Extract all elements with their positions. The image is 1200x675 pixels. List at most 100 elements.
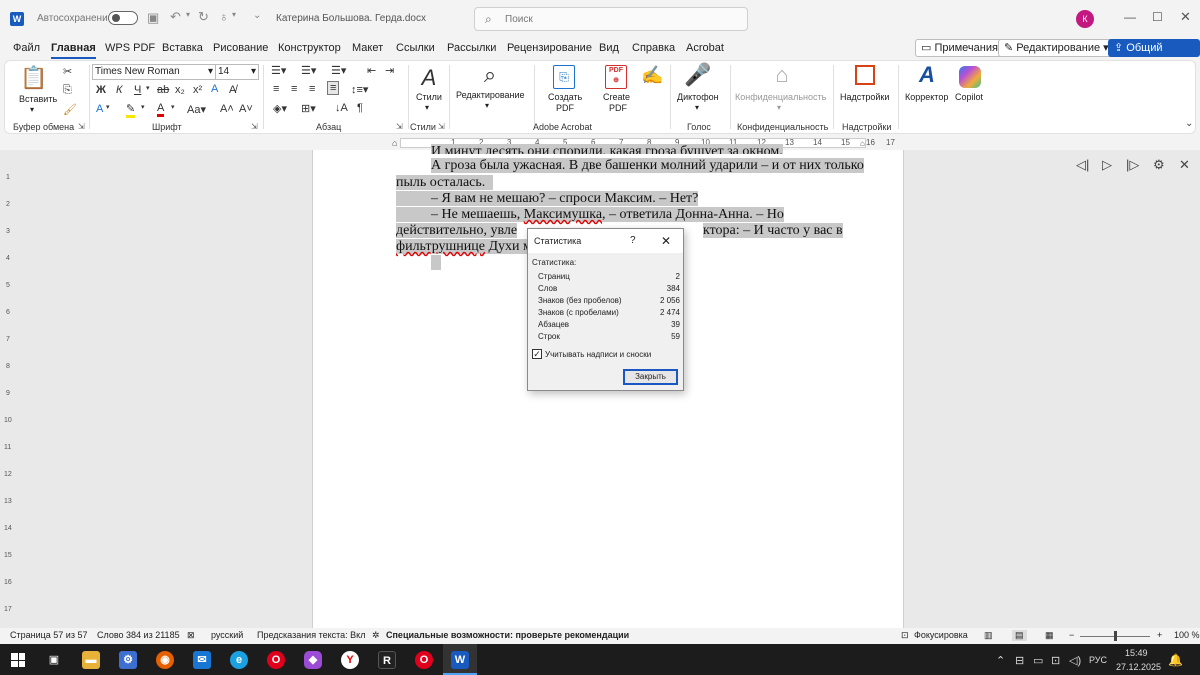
save-icon[interactable]: ▣	[147, 10, 159, 26]
app-icon[interactable]: R	[378, 651, 396, 669]
tab-draw[interactable]: Рисование	[213, 42, 268, 54]
maximize-button[interactable]: ☐	[1152, 10, 1163, 24]
align-center-icon[interactable]: ≡	[291, 83, 297, 95]
include-textboxes-checkbox[interactable]: ✓	[532, 349, 542, 359]
multilevel-list-icon[interactable]: ☰▾	[331, 64, 346, 77]
next-icon[interactable]: |▷	[1126, 157, 1139, 173]
styles-icon[interactable]: A	[415, 66, 443, 90]
sort-icon[interactable]: ↓A	[335, 102, 348, 114]
text-predictions[interactable]: Предсказания текста: Вкл	[257, 630, 365, 640]
word-count[interactable]: Слово 384 из 21185	[97, 630, 180, 640]
tab-view[interactable]: Вид	[599, 42, 619, 54]
tab-help[interactable]: Справка	[632, 42, 675, 54]
underline-button[interactable]: Ч	[134, 84, 141, 96]
mail-icon[interactable]: ✉	[193, 651, 211, 669]
line-spacing-icon[interactable]: ↕≡▾	[351, 83, 368, 96]
right-indent-icon[interactable]: ⌂	[860, 139, 865, 148]
clock-date[interactable]: 27.12.2025	[1116, 662, 1161, 672]
opera-icon[interactable]: O	[415, 651, 433, 669]
close-window-button[interactable]: ✕	[1180, 9, 1191, 25]
bullets-icon[interactable]: ☰▾	[271, 64, 286, 77]
create-pdf-label-1[interactable]: Создать	[548, 92, 582, 102]
create-pdf-icon[interactable]: ⎘	[553, 65, 575, 89]
network-icon[interactable]: ⊡	[1051, 654, 1060, 667]
usb-icon[interactable]: ⊟	[1015, 654, 1024, 667]
tab-references[interactable]: Ссылки	[396, 42, 435, 54]
dialog-title-bar[interactable]: Статистика ? ✕	[528, 229, 683, 253]
show-marks-icon[interactable]: ¶	[357, 102, 363, 114]
dictation-label[interactable]: Диктофон	[677, 92, 719, 102]
styles-label[interactable]: Стили	[416, 92, 442, 102]
volume-icon[interactable]: ◁)	[1069, 654, 1081, 667]
close-dialog-button[interactable]: Закрыть	[623, 369, 678, 385]
chevron-up-icon[interactable]: ⌃	[996, 654, 1005, 667]
cut-icon[interactable]: ✂	[63, 65, 72, 78]
minimize-button[interactable]: —	[1124, 10, 1136, 24]
page-count[interactable]: Страница 57 из 57	[10, 630, 87, 640]
close-icon[interactable]: ✕	[1179, 157, 1190, 173]
tab-review[interactable]: Рецензирование	[507, 42, 592, 54]
include-textboxes-label[interactable]: Учитывать надписи и сноски	[545, 350, 651, 359]
chevron-down-icon[interactable]: ▾	[146, 84, 150, 92]
copilot-label[interactable]: Copilot	[955, 92, 983, 102]
chevron-down-icon[interactable]: ▾	[141, 103, 145, 111]
avatar[interactable]: К	[1076, 10, 1094, 28]
launcher-icon[interactable]: ⇲	[396, 122, 403, 131]
tab-file[interactable]: Файл	[13, 42, 40, 54]
undo-icon[interactable]: ↶	[170, 9, 181, 25]
language[interactable]: русский	[211, 630, 243, 640]
read-mode-icon[interactable]: ▥	[984, 630, 993, 641]
launcher-icon[interactable]: ⇲	[251, 122, 258, 131]
document-line[interactable]: действительно, увле	[396, 223, 518, 239]
paste-label[interactable]: Вставить	[19, 94, 57, 104]
font-name-combo[interactable]: Times New Roman ▾	[92, 64, 216, 80]
tab-home[interactable]: Главная	[51, 42, 96, 59]
justify-icon[interactable]: ≡	[327, 81, 340, 95]
launcher-icon[interactable]: ⇲	[78, 122, 85, 131]
chevron-down-icon[interactable]: ▾	[30, 105, 34, 114]
microphone-icon[interactable]: 🎤	[684, 63, 712, 87]
change-case-icon[interactable]: Aa▾	[187, 103, 206, 116]
firefox-icon[interactable]: ◉	[156, 651, 174, 669]
chevron-down-icon[interactable]: ▾	[171, 103, 175, 111]
opera-gx-icon[interactable]: O	[267, 651, 285, 669]
speaker-settings-icon[interactable]: ⚙	[1153, 157, 1165, 173]
font-color-icon[interactable]: A	[157, 102, 165, 117]
document-line[interactable]: А гроза была ужасная. В две башенки молн…	[431, 158, 864, 174]
clock-time[interactable]: 15:49	[1125, 648, 1148, 658]
shading-icon[interactable]: ◈▾	[273, 102, 287, 115]
document-line[interactable]: – Не мешаешь, Максимушка, – ответила Дон…	[396, 207, 784, 223]
previous-icon[interactable]: ◁|	[1076, 157, 1089, 173]
launcher-icon[interactable]: ⇲	[438, 122, 445, 131]
document-line[interactable]: ктора: – И часто у вас в	[703, 223, 843, 239]
chevron-down-icon[interactable]: ▾	[485, 101, 489, 110]
tab-insert[interactable]: Вставка	[162, 42, 203, 54]
create-pdf2-label-2[interactable]: PDF	[609, 103, 627, 113]
clear-formatting-icon[interactable]: A̸	[229, 84, 236, 96]
app-icon[interactable]: ◆	[304, 651, 322, 669]
document-line[interactable]: И минут десять они спорили, какая гроза …	[431, 144, 783, 154]
autosave-toggle[interactable]	[108, 11, 138, 25]
editor-label[interactable]: Корректор	[905, 92, 948, 102]
create-pdf-share-icon[interactable]: PDF ⊕	[605, 65, 627, 89]
borders-icon[interactable]: ⊞▾	[301, 102, 316, 115]
addins-icon[interactable]	[855, 65, 875, 85]
lightbulb-icon[interactable]: ♁	[219, 9, 229, 24]
numbering-icon[interactable]: ☰▾	[301, 64, 316, 77]
decrease-indent-icon[interactable]: ⇤	[367, 64, 376, 77]
increase-indent-icon[interactable]: ⇥	[385, 64, 394, 77]
copy-icon[interactable]: ⎘	[63, 84, 72, 97]
web-layout-icon[interactable]: ▦	[1045, 630, 1054, 641]
text-effects-icon[interactable]: A	[211, 83, 218, 95]
grow-font-icon[interactable]: A˄	[220, 103, 234, 115]
font-size-combo[interactable]: 14 ▾	[215, 64, 259, 80]
editor-icon[interactable]: A	[913, 63, 941, 87]
sign-pdf-icon[interactable]: ✍	[641, 65, 663, 86]
word-taskbar-button[interactable]: W	[443, 644, 477, 675]
close-icon[interactable]: ✕	[661, 234, 671, 248]
chevron-down-icon[interactable]: ▾	[106, 103, 110, 111]
align-left-icon[interactable]: ≡	[273, 83, 279, 95]
strikethrough-icon[interactable]: ab	[157, 84, 169, 96]
italic-button[interactable]: К	[116, 84, 122, 96]
vertical-ruler[interactable]: 1 2 3 4 5 6 7 8 9 10 11 12 13 14 15 16 1…	[4, 150, 16, 628]
